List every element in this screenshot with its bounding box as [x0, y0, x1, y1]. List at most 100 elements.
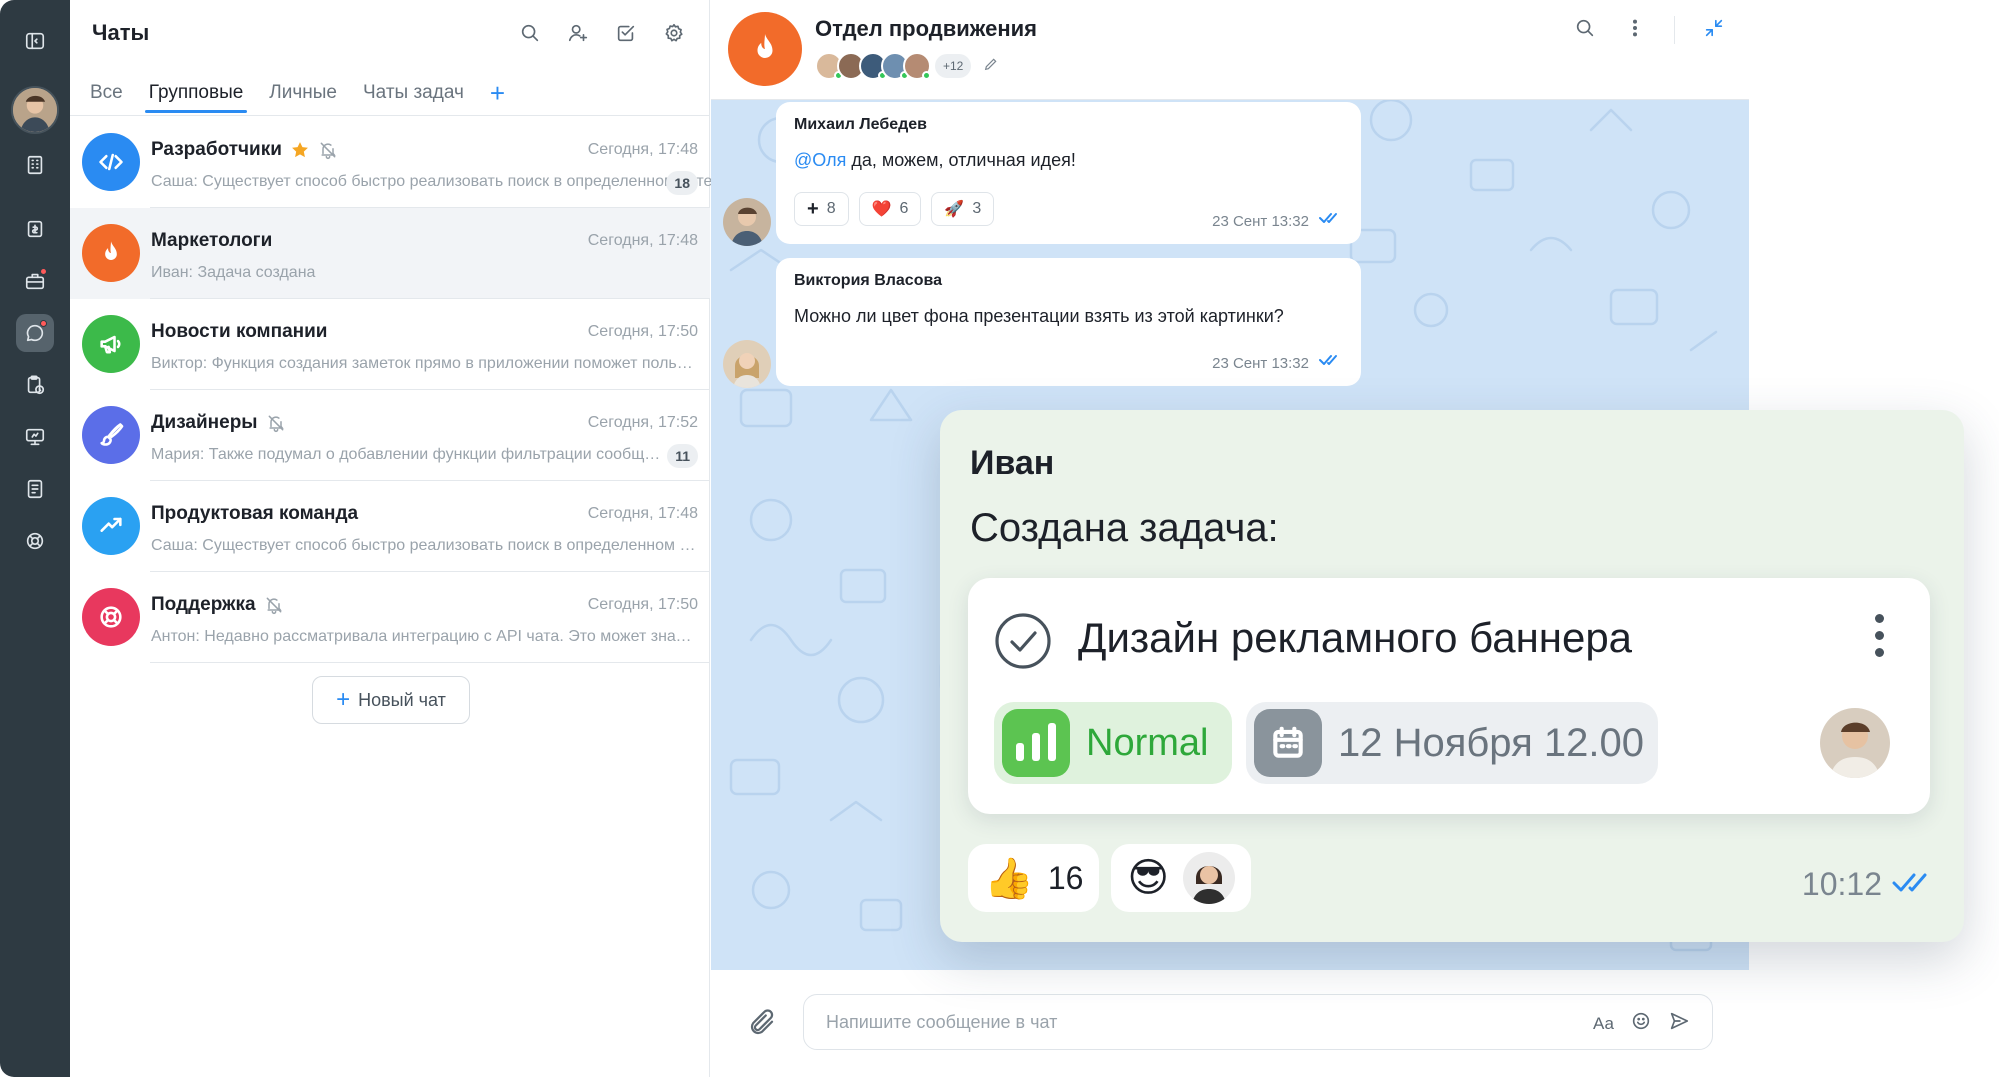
chat-name-wrap: Разработчики — [151, 139, 338, 161]
reaction-count: 3 — [972, 200, 982, 217]
chat-avatar — [82, 224, 140, 282]
tab-task-chats[interactable]: Чаты задач — [363, 82, 464, 112]
task-menu-button[interactable] — [1875, 614, 1884, 657]
monitor-icon — [25, 428, 45, 446]
text-format-button[interactable]: Аа — [1593, 1014, 1614, 1034]
chat-row-developers[interactable]: Разработчики Сегодня, 17:48 Саша: Сущест… — [70, 117, 712, 208]
tab-group[interactable]: Групповые — [144, 82, 247, 113]
wallet-icon — [27, 220, 43, 238]
reaction-thumbs-up[interactable]: 👍 16 — [968, 844, 1100, 912]
meetings-button[interactable] — [16, 418, 54, 456]
chat-name-wrap: Новости компании — [151, 321, 328, 343]
plus-icon: + — [336, 686, 351, 713]
chat-avatar — [82, 588, 140, 646]
collapse-button[interactable] — [1703, 17, 1725, 44]
chat-time: Сегодня, 17:48 — [587, 505, 698, 522]
priority-chip[interactable]: Normal — [994, 702, 1232, 784]
chat-row-company-news[interactable]: Новости компании Сегодня, 17:50 Виктор: … — [70, 299, 710, 390]
chat-preview: Иван: Задача создана — [151, 264, 316, 281]
avatar[interactable] — [723, 340, 771, 388]
reaction-rocket[interactable]: 🚀 3 — [931, 192, 995, 226]
add-tab-button[interactable]: + — [490, 80, 505, 106]
projects-button[interactable] — [16, 262, 54, 300]
message-author: Виктория Власова — [794, 272, 942, 289]
fire-icon — [757, 34, 773, 58]
new-chat-label: Новый чат — [358, 689, 446, 710]
conversation-title: Отдел продвижения — [815, 16, 1037, 41]
collapse-panel-button[interactable] — [16, 22, 54, 60]
chat-row-support[interactable]: Поддержка Сегодня, 17:50 Антон: Недавно … — [70, 572, 710, 663]
chat-tabs: Все Групповые Личные Чаты задач + — [90, 80, 505, 113]
chat-row-marketers[interactable]: Маркетологи Сегодня, 17:48 Иван: Задача … — [70, 208, 710, 299]
reaction-heart[interactable]: ❤️ 6 — [858, 192, 922, 226]
building-icon — [27, 155, 43, 175]
unread-badge: 18 — [666, 171, 698, 195]
chat-time: Сегодня, 17:50 — [587, 596, 698, 613]
more-vertical-icon — [1632, 19, 1638, 36]
tab-personal[interactable]: Личные — [269, 82, 337, 112]
collapse-panel-icon — [25, 32, 45, 50]
chat-name: Продуктовая команда — [151, 503, 359, 524]
read-check-icon — [1319, 353, 1343, 372]
task-card[interactable]: Дизайн рекламного баннера Normal 12 Нояб… — [968, 578, 1930, 814]
notification-dot — [40, 320, 47, 327]
select-chats-button[interactable] — [613, 20, 639, 46]
group-avatar[interactable] — [728, 12, 802, 86]
reaction-plus[interactable]: + 8 — [794, 192, 849, 226]
message-bubble[interactable]: Михаил Лебедев @Оля да, можем, отличная … — [776, 102, 1361, 244]
chats-button[interactable] — [16, 314, 54, 352]
tab-all[interactable]: Все — [90, 82, 123, 112]
search-button[interactable] — [517, 20, 543, 46]
heart-icon: ❤️ — [871, 201, 892, 218]
composer-area: Напишите сообщение в чат Аа — [711, 970, 1749, 1077]
chat-name: Разработчики — [151, 139, 282, 160]
finance-button[interactable] — [16, 210, 54, 248]
chat-preview: Мария: Также подумал о добавлении функци… — [151, 446, 661, 463]
online-indicator — [922, 71, 931, 80]
divider — [70, 115, 709, 116]
add-user-icon — [568, 24, 588, 42]
chat-row-designers[interactable]: Дизайнеры Сегодня, 17:52 Мария: Также по… — [70, 390, 710, 481]
message-bubble[interactable]: Виктория Власова Можно ли цвет фона през… — [776, 258, 1361, 386]
avatar[interactable] — [723, 198, 771, 246]
chat-name: Новости компании — [151, 321, 328, 342]
documents-button[interactable] — [16, 470, 54, 508]
send-button[interactable] — [1668, 1010, 1690, 1037]
paperclip-icon — [750, 1009, 774, 1035]
members-more-count: +12 — [935, 54, 972, 78]
reaction-sunglasses[interactable]: 😎 — [1111, 844, 1252, 912]
search-button[interactable] — [1574, 17, 1596, 44]
add-contact-button[interactable] — [565, 20, 591, 46]
due-date-label: 12 Ноября 12.00 — [1338, 720, 1644, 765]
attach-button[interactable] — [747, 1008, 777, 1043]
mention-link[interactable]: @Оля — [794, 150, 846, 170]
task-message-card[interactable]: Иван Создана задача: Дизайн рекламного б… — [940, 410, 1964, 942]
priority-label: Normal — [1086, 721, 1209, 764]
tasks-button[interactable] — [16, 366, 54, 404]
edit-members-button[interactable] — [983, 56, 999, 77]
due-date-chip[interactable]: 12 Ноября 12.00 — [1246, 702, 1658, 784]
divider — [1674, 16, 1675, 44]
support-button[interactable] — [16, 522, 54, 560]
thumbs-up-icon: 👍 — [984, 856, 1034, 901]
star-icon — [290, 140, 310, 160]
member-avatars[interactable]: +12 — [815, 52, 999, 80]
chat-time: Сегодня, 17:50 — [587, 323, 698, 340]
more-button[interactable] — [1624, 17, 1646, 44]
new-chat-button[interactable]: + Новый чат — [312, 676, 470, 724]
avatar[interactable] — [11, 86, 59, 134]
settings-button[interactable] — [661, 20, 687, 46]
assignee-avatar[interactable] — [1820, 708, 1890, 778]
lifebuoy-icon — [26, 532, 44, 550]
page-title: Чаты — [92, 20, 150, 45]
calendar-icon — [1254, 709, 1322, 777]
plus-icon: + — [807, 197, 819, 220]
task-complete-button[interactable] — [994, 612, 1052, 670]
organization-button[interactable] — [16, 146, 54, 184]
chat-name-wrap: Поддержка — [151, 594, 284, 616]
emoji-button[interactable] — [1630, 1010, 1652, 1037]
chat-row-product-team[interactable]: Продуктовая команда Сегодня, 17:48 Саша:… — [70, 481, 710, 572]
divider — [150, 662, 710, 663]
check-circle-icon — [995, 613, 1051, 669]
message-input[interactable]: Напишите сообщение в чат Аа — [803, 994, 1713, 1050]
